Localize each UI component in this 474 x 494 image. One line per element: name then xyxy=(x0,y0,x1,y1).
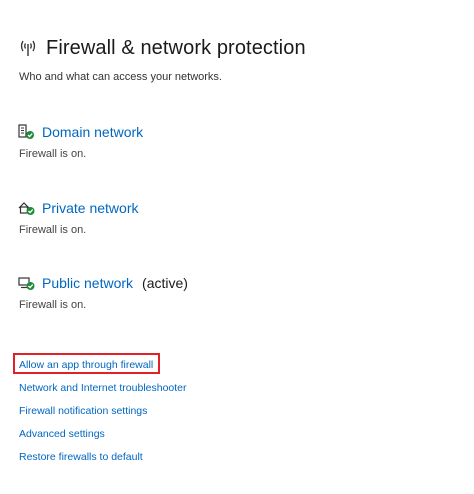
page-title: Firewall & network protection xyxy=(46,36,306,59)
domain-network-icon xyxy=(18,124,36,140)
private-network-icon xyxy=(18,200,36,216)
public-network-icon xyxy=(18,275,36,291)
public-network-section: Public network (active) Firewall is on. xyxy=(18,275,188,311)
advanced-settings-link[interactable]: Advanced settings xyxy=(19,428,187,451)
private-network-status: Firewall is on. xyxy=(19,224,87,236)
private-network-section: Private network Firewall is on. xyxy=(18,200,138,236)
domain-network-link[interactable]: Domain network xyxy=(42,124,143,140)
domain-network-section: Domain network Firewall is on. xyxy=(18,124,143,160)
private-network-link[interactable]: Private network xyxy=(42,200,138,216)
settings-links: Allow an app through firewall Network an… xyxy=(19,359,187,474)
restore-defaults-link[interactable]: Restore firewalls to default xyxy=(19,451,187,474)
notification-settings-link[interactable]: Firewall notification settings xyxy=(19,405,187,428)
firewall-antenna-icon xyxy=(18,36,38,60)
domain-network-status: Firewall is on. xyxy=(19,148,87,160)
page-subtitle: Who and what can access your networks. xyxy=(19,71,222,83)
page-header: Firewall & network protection xyxy=(18,36,306,60)
active-indicator: (active) xyxy=(142,275,188,291)
public-network-link[interactable]: Public network xyxy=(42,275,133,291)
firewall-page: Firewall & network protection Who and wh… xyxy=(0,0,474,494)
allow-app-link[interactable]: Allow an app through firewall xyxy=(19,359,187,382)
troubleshooter-link[interactable]: Network and Internet troubleshooter xyxy=(19,382,187,405)
public-network-status: Firewall is on. xyxy=(19,299,87,311)
